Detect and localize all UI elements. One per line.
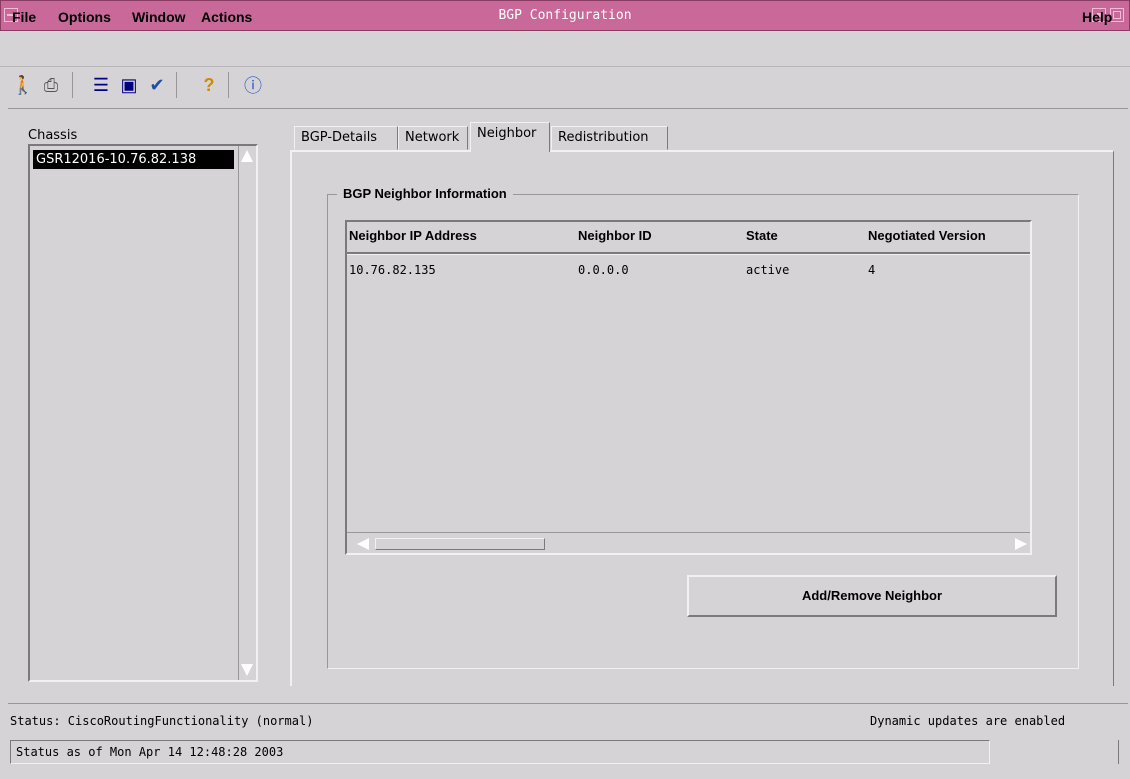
dynamic-updates-text: Dynamic updates are enabled bbox=[870, 714, 1066, 728]
display-icon[interactable]: ▣ bbox=[116, 72, 142, 98]
chassis-list[interactable] bbox=[28, 144, 258, 682]
menu-window[interactable]: Window bbox=[132, 9, 186, 25]
menu-help[interactable]: Help bbox=[1082, 9, 1112, 25]
column-header-id[interactable]: Neighbor ID bbox=[578, 228, 652, 243]
tab-neighbor[interactable]: Neighbor bbox=[470, 122, 550, 152]
neighbor-table[interactable] bbox=[345, 220, 1032, 555]
add-remove-neighbor-button[interactable]: Add/Remove Neighbor bbox=[687, 575, 1057, 617]
status-divider bbox=[8, 703, 1128, 704]
group-title: BGP Neighbor Information bbox=[337, 186, 513, 201]
cell-neighbor-ip[interactable]: 10.76.82.135 bbox=[349, 263, 436, 277]
status-timestamp: Status as of Mon Apr 14 12:48:28 2003 bbox=[10, 740, 990, 764]
menu-options[interactable]: Options bbox=[58, 9, 111, 25]
info-icon[interactable]: ⓘ bbox=[240, 72, 266, 98]
scroll-thumb[interactable] bbox=[375, 538, 545, 550]
cell-neighbor-id[interactable]: 0.0.0.0 bbox=[578, 263, 629, 277]
chassis-selected-item[interactable]: GSR12016-10.76.82.138 bbox=[33, 150, 234, 169]
scroll-up-icon[interactable] bbox=[241, 150, 253, 162]
toolbar-separator bbox=[228, 72, 229, 98]
column-header-ip[interactable]: Neighbor IP Address bbox=[349, 228, 477, 243]
toolbar-separator bbox=[176, 72, 177, 98]
check-icon[interactable]: ✔ bbox=[144, 72, 170, 98]
menu-file[interactable]: File bbox=[12, 9, 36, 25]
print-icon[interactable]: ⎙ bbox=[38, 72, 64, 98]
cell-version[interactable]: 4 bbox=[868, 263, 875, 277]
column-header-state[interactable]: State bbox=[746, 228, 778, 243]
tab-redistribution[interactable]: Redistribution bbox=[551, 126, 668, 150]
toolbar-divider bbox=[8, 108, 1128, 109]
cell-state[interactable]: active bbox=[746, 263, 789, 277]
status-text: Status: CiscoRoutingFunctionality (norma… bbox=[10, 714, 314, 728]
menu-actions[interactable]: Actions bbox=[201, 9, 252, 25]
menu-bar bbox=[0, 32, 1130, 67]
help-icon[interactable]: ? bbox=[196, 72, 222, 98]
exit-icon[interactable]: 🚶 bbox=[10, 72, 36, 98]
scroll-down-icon[interactable] bbox=[241, 664, 253, 676]
status-resize-grip bbox=[1118, 740, 1119, 764]
tab-bgp-details[interactable]: BGP-Details bbox=[294, 126, 398, 150]
table-header-divider bbox=[347, 252, 1030, 255]
column-header-version[interactable]: Negotiated Version bbox=[868, 228, 986, 243]
list-icon[interactable]: ☰ bbox=[88, 72, 114, 98]
scroll-right-icon[interactable] bbox=[1015, 538, 1027, 550]
scroll-left-icon[interactable] bbox=[357, 538, 369, 550]
toolbar-separator bbox=[72, 72, 73, 98]
tab-network[interactable]: Network bbox=[398, 126, 468, 150]
chassis-vertical-scrollbar[interactable] bbox=[238, 146, 256, 680]
chassis-label: Chassis bbox=[28, 128, 78, 143]
